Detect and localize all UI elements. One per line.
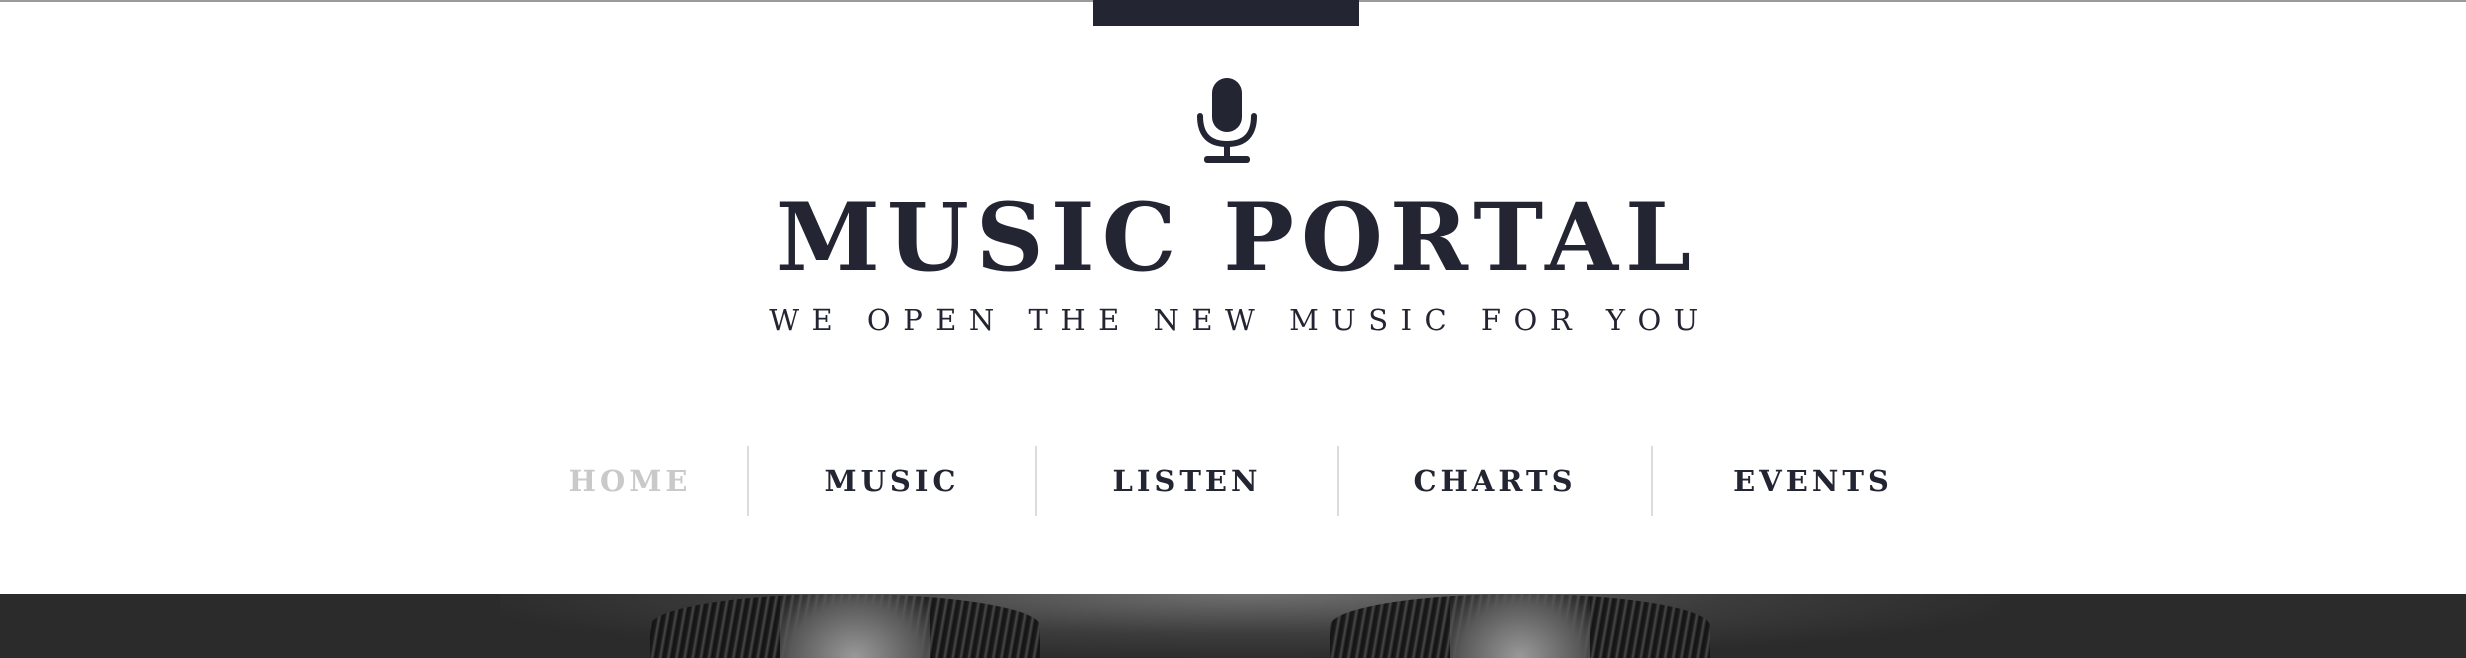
page: MUSIC PORTAL WE OPEN THE NEW MUSIC FOR Y… bbox=[0, 0, 2466, 658]
nav-item-home[interactable]: HOME bbox=[513, 446, 749, 516]
nav-item-events[interactable]: EVENTS bbox=[1653, 446, 1973, 516]
nav-item-music[interactable]: MUSIC bbox=[749, 446, 1037, 516]
hero-image bbox=[0, 594, 2466, 658]
microphone-icon bbox=[1190, 76, 1264, 166]
site-tagline: WE OPEN THE NEW MUSIC FOR YOU bbox=[769, 303, 1711, 337]
nav-item-listen[interactable]: LISTEN bbox=[1037, 446, 1339, 516]
main-nav: HOME MUSIC LISTEN CHARTS EVENTS bbox=[513, 446, 1973, 516]
hero-person-left-face bbox=[780, 594, 930, 658]
site-title[interactable]: MUSIC PORTAL bbox=[0, 178, 2466, 298]
hero-person-right-face bbox=[1450, 594, 1590, 658]
nav-item-charts[interactable]: CHARTS bbox=[1339, 446, 1653, 516]
top-tab-decoration bbox=[1093, 0, 1359, 26]
